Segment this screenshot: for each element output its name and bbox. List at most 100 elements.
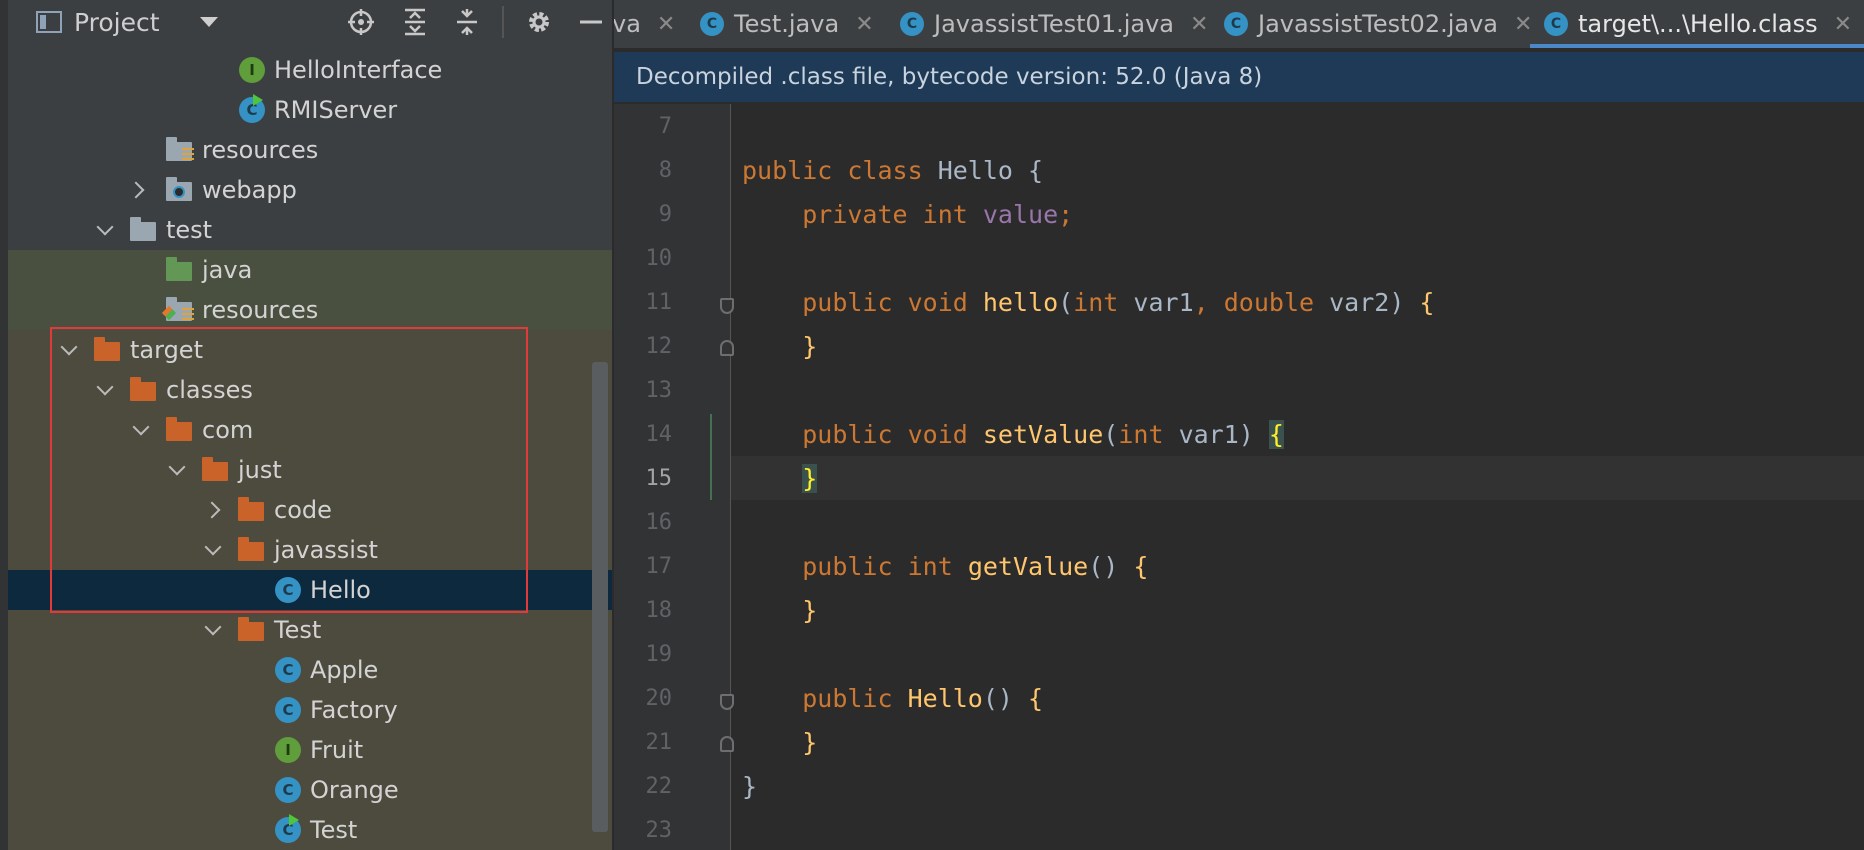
project-view-title[interactable]: Project bbox=[74, 8, 160, 37]
code-line[interactable]: public int getValue() { bbox=[742, 552, 1148, 581]
code-line[interactable]: } bbox=[742, 596, 817, 625]
close-icon[interactable]: ✕ bbox=[1834, 12, 1852, 37]
minimize-icon[interactable] bbox=[574, 6, 608, 38]
interface-icon: I bbox=[238, 56, 266, 84]
tree-item-javassist[interactable]: javassist bbox=[8, 530, 612, 570]
tree-item-label: HelloInterface bbox=[274, 56, 443, 84]
tree-item-target[interactable]: target bbox=[8, 330, 612, 370]
decompiled-notice-banner: Decompiled .class file, bytecode version… bbox=[614, 52, 1864, 102]
tree-item-apple[interactable]: C Apple bbox=[8, 650, 612, 690]
code-line[interactable]: public class Hello { bbox=[742, 156, 1043, 185]
locate-icon[interactable] bbox=[344, 6, 378, 38]
line-number-current: 15 bbox=[645, 466, 673, 491]
chevron-down-icon[interactable] bbox=[200, 537, 226, 563]
code-line[interactable]: private int value; bbox=[742, 200, 1073, 229]
tree-item-test-package[interactable]: Test bbox=[8, 610, 612, 650]
excluded-folder-icon bbox=[238, 536, 266, 564]
line-number: 20 bbox=[645, 686, 673, 711]
tree-item-label: just bbox=[238, 456, 282, 484]
close-icon[interactable]: ✕ bbox=[657, 12, 675, 37]
tree-item-com[interactable]: com bbox=[8, 410, 612, 450]
fold-marker-icon[interactable] bbox=[720, 340, 734, 356]
runnable-class-icon: C bbox=[1224, 12, 1248, 36]
collapse-all-icon[interactable] bbox=[450, 6, 484, 38]
fold-marker-icon[interactable] bbox=[720, 694, 734, 710]
line-number: 23 bbox=[645, 818, 673, 843]
excluded-folder-icon bbox=[238, 616, 266, 644]
tab-javassisttest01-java[interactable]: C JavassistTest01.java ✕ bbox=[900, 0, 1208, 48]
tree-item-label: target bbox=[130, 336, 203, 364]
class-icon: C bbox=[274, 576, 302, 604]
fold-marker-icon[interactable] bbox=[720, 736, 734, 752]
tab-partial-java[interactable]: va ✕ bbox=[614, 0, 675, 48]
interface-icon: I bbox=[274, 736, 302, 764]
line-number: 9 bbox=[658, 202, 672, 227]
gear-icon[interactable] bbox=[522, 6, 556, 38]
chevron-right-icon[interactable] bbox=[202, 497, 228, 523]
tree-item-hellointerface[interactable]: I HelloInterface bbox=[8, 50, 612, 90]
close-icon[interactable]: ✕ bbox=[855, 12, 873, 37]
runnable-class-icon: C bbox=[238, 94, 266, 124]
tree-item-just[interactable]: just bbox=[8, 450, 612, 490]
runnable-class-icon: C bbox=[274, 814, 302, 844]
tree-item-classes[interactable]: classes bbox=[8, 370, 612, 410]
code-line[interactable]: public void setValue(int var1) { bbox=[742, 420, 1284, 449]
tree-item-java[interactable]: java bbox=[8, 250, 612, 290]
tree-item-factory[interactable]: C Factory bbox=[8, 690, 612, 730]
fold-marker-icon[interactable] bbox=[720, 298, 734, 314]
tree-item-label: com bbox=[202, 416, 254, 444]
view-dropdown-icon[interactable] bbox=[199, 17, 218, 27]
line-number: 17 bbox=[645, 554, 673, 579]
line-number: 12 bbox=[645, 334, 673, 359]
tab-hello-class[interactable]: C target\...\Hello.class ✕ bbox=[1530, 0, 1864, 48]
line-number: 13 bbox=[645, 378, 673, 403]
tree-item-label: Test bbox=[310, 816, 358, 844]
expand-all-icon[interactable] bbox=[398, 6, 432, 38]
code-line[interactable]: } bbox=[742, 464, 818, 493]
tab-test-java[interactable]: C Test.java ✕ bbox=[700, 0, 874, 48]
tree-item-hello[interactable]: C Hello bbox=[8, 570, 612, 610]
tree-item-label: webapp bbox=[202, 176, 297, 204]
tree-item-rmiserver[interactable]: C RMIServer bbox=[8, 90, 612, 130]
tree-item-fruit[interactable]: I Fruit bbox=[8, 730, 612, 770]
code-line[interactable]: public Hello() { bbox=[742, 684, 1043, 713]
tree-item-webapp[interactable]: webapp bbox=[8, 170, 612, 210]
chevron-down-icon[interactable] bbox=[56, 337, 82, 363]
tree-item-code[interactable]: code bbox=[8, 490, 612, 530]
line-number: 22 bbox=[645, 774, 673, 799]
tree-item-label: resources bbox=[202, 296, 319, 324]
tree-item-label: Orange bbox=[310, 776, 399, 804]
code-line[interactable]: } bbox=[742, 728, 817, 757]
chevron-down-icon[interactable] bbox=[92, 377, 118, 403]
chevron-down-icon[interactable] bbox=[200, 617, 226, 643]
chevron-down-icon[interactable] bbox=[164, 457, 190, 483]
editor-pane: va ✕ C Test.java ✕ C JavassistTest01.jav… bbox=[614, 0, 1864, 850]
resources-folder-icon bbox=[166, 136, 194, 164]
tree-scrollbar[interactable] bbox=[592, 362, 608, 832]
chevron-right-icon[interactable] bbox=[126, 177, 152, 203]
tree-item-test-folder[interactable]: test bbox=[8, 210, 612, 250]
tree-item-label: RMIServer bbox=[274, 96, 398, 124]
code-line[interactable]: } bbox=[742, 332, 817, 361]
line-number: 7 bbox=[658, 114, 672, 139]
web-folder-icon bbox=[166, 176, 194, 204]
tree-item-test-resources[interactable]: resources bbox=[8, 290, 612, 330]
code-line[interactable]: } bbox=[742, 772, 757, 801]
chevron-down-icon[interactable] bbox=[92, 217, 118, 243]
tree-item-label: code bbox=[274, 496, 332, 524]
tree-item-test-class[interactable]: C Test bbox=[8, 810, 612, 850]
toolbar-separator bbox=[502, 6, 504, 38]
test-sources-folder-icon bbox=[166, 256, 194, 284]
class-icon: C bbox=[274, 656, 302, 684]
line-number: 14 bbox=[645, 422, 673, 447]
tree-item-resources[interactable]: resources bbox=[8, 130, 612, 170]
tool-window-strip bbox=[0, 0, 8, 850]
tree-item-orange[interactable]: C Orange bbox=[8, 770, 612, 810]
tree-item-label: Apple bbox=[310, 656, 379, 684]
chevron-down-icon[interactable] bbox=[128, 417, 154, 443]
tab-javassisttest02-java[interactable]: C JavassistTest02.java ✕ bbox=[1224, 0, 1532, 48]
tree-item-label: Fruit bbox=[310, 736, 364, 764]
tree-item-label: Test bbox=[274, 616, 322, 644]
close-icon[interactable]: ✕ bbox=[1190, 12, 1208, 37]
code-line[interactable]: public void hello(int var1, double var2)… bbox=[742, 288, 1434, 317]
